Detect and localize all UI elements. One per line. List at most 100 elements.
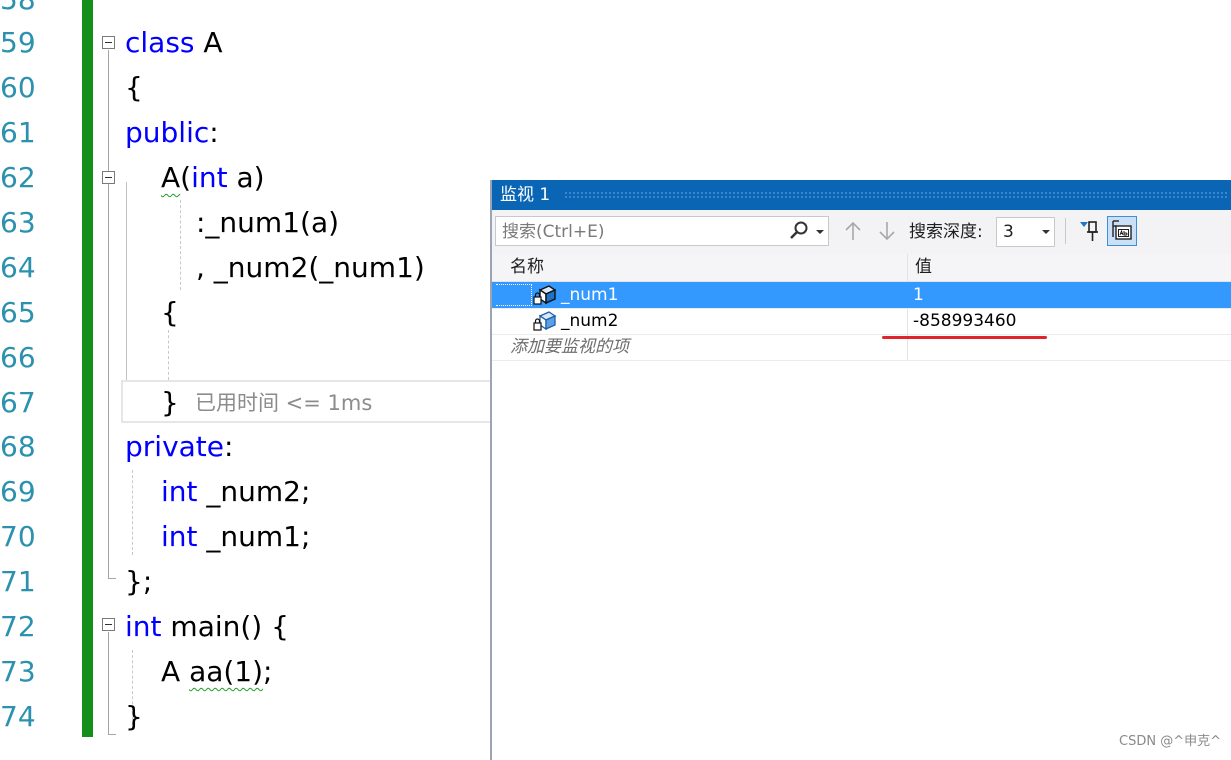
outline-line [108,632,109,734]
keyword: private [125,430,224,463]
title-bar-grip[interactable] [564,191,1229,199]
line-number: 65 [0,296,36,329]
code-line-69: int _num2; [161,469,310,514]
line-number: 72 [0,610,36,643]
code-line-72: int main() { [125,604,289,649]
code-line-59: class A [125,20,223,65]
focus-indicator [496,284,532,306]
keyword: int [161,520,198,553]
code-line-65: { [161,296,179,329]
code-line-64: , _num2(_num1) [196,251,425,284]
watermark: CSDN @^申克^ [1119,734,1221,749]
watch-title-bar[interactable]: 监视 1 [492,180,1231,210]
code-text: aa(1) [189,655,264,688]
private-field-icon [533,311,557,331]
outline-end [108,578,116,579]
collapse-class-icon[interactable] [102,36,115,49]
watch-title: 监视 1 [500,185,551,205]
line-number: 66 [0,341,36,374]
keyword: int [191,161,228,194]
line-number: 61 [0,116,36,149]
chevron-down-icon [1042,230,1050,234]
indent-guide [132,470,133,555]
code-line-74: } [125,700,143,733]
watch-row-name: _num2 [561,311,619,331]
code-text: _num1; [197,520,311,553]
watch-toolbar: 搜索深度: 3 [492,210,1231,254]
code-text: A [194,26,223,59]
private-field-icon [533,285,557,305]
pin-icon[interactable] [1074,216,1104,246]
code-text: ; [263,655,273,688]
elapsed-time-hint: 已用时间 <= 1ms [195,391,373,415]
watch-row-value[interactable]: -858993460 [913,308,1016,334]
watch-row-name: _num1 [561,285,619,305]
watch-grid: 名称 值 _num1 1 _num2 -858993460 添加要监视的项 [492,254,1231,760]
line-number: 60 [0,71,36,104]
search-depth-select[interactable]: 3 [996,217,1055,247]
code-text: main() { [161,610,289,643]
search-dropdown-icon[interactable] [816,230,824,234]
view-format-icon [1112,220,1132,240]
code-line-60: { [125,71,143,104]
outline-end [108,734,116,735]
watch-row[interactable]: _num2 -858993460 [492,308,1231,334]
change-tracking-bar [82,0,93,737]
indent-guide [168,330,169,380]
code-line-70: int _num1; [161,514,310,559]
outline-line [126,182,127,404]
outline-line [108,50,109,578]
code-line-67: } [161,386,179,419]
code-line-73: A aa(1); [161,649,272,694]
line-number: 73 [0,655,36,688]
search-icon[interactable] [788,220,810,242]
keyword: class [125,26,195,59]
column-header-name[interactable]: 名称 [510,254,544,281]
indent-guide [180,200,181,290]
search-depth-value: 3 [1003,222,1014,242]
column-header-value[interactable]: 值 [915,254,932,281]
line-number: 68 [0,430,36,463]
code-text: A [161,161,181,194]
collapse-constructor-icon[interactable] [102,171,115,184]
search-input[interactable] [500,219,784,245]
code-text: : [209,116,219,149]
line-number: 74 [0,700,36,733]
raw-format-toggle[interactable] [1107,216,1137,246]
watch-row[interactable]: _num1 1 [492,282,1231,308]
toolbar-separator [1065,218,1066,244]
line-number: 67 [0,386,36,419]
code-text: A [161,655,190,688]
watch-window[interactable]: 监视 1 搜索深度: 3 [490,180,1231,760]
code-text: _num2; [197,475,311,508]
line-number: 62 [0,161,36,194]
line-number: 58 [0,0,58,22]
code-text: ( [180,161,192,194]
line-number: 63 [0,206,36,239]
keyword: int [161,475,198,508]
line-number: 70 [0,520,36,553]
code-line-63: :_num1(a) [196,206,340,239]
search-box[interactable] [495,216,829,246]
add-watch-row[interactable]: 添加要监视的项 [492,334,1231,361]
arrow-up-icon[interactable] [840,218,866,244]
code-line-61: public: [125,110,219,155]
line-number: 69 [0,475,36,508]
watch-row-value[interactable]: 1 [913,282,924,308]
code-text: a) [227,161,265,194]
value-annotation-underline [882,336,1047,339]
add-watch-placeholder[interactable]: 添加要监视的项 [510,334,629,360]
code-line-68: private: [125,424,233,469]
line-number: 59 [0,26,36,59]
code-text: : [224,430,234,463]
arrow-down-icon[interactable] [874,218,900,244]
line-number: 71 [0,565,36,598]
collapse-main-icon[interactable] [102,618,115,631]
code-line-71: }; [125,565,153,598]
line-number: 64 [0,251,36,284]
keyword: int [125,610,162,643]
code-line-62: A(int a) [161,155,265,200]
grid-header: 名称 值 [492,254,1231,282]
search-depth-label: 搜索深度: [909,222,983,242]
keyword: public [125,116,210,149]
